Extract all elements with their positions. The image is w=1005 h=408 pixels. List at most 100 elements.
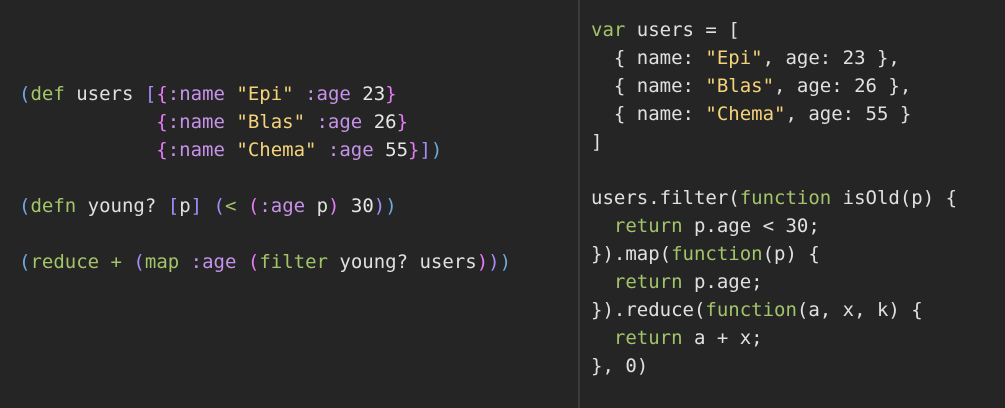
code-token: ) (373, 195, 386, 217)
code-line: return a + x; (591, 324, 763, 352)
code-token: { name: (591, 103, 706, 125)
code-token: ) (476, 251, 489, 273)
code-token: , age: 23 }, (762, 47, 900, 69)
code-token: }, 0) (591, 355, 649, 377)
code-line: (defn young? [p] (< (:age p) 30)) (19, 192, 397, 220)
code-line: { name: "Chema", age: 55 } (591, 100, 911, 128)
code-line: {:name "Chema" :age 55}]) (19, 136, 442, 164)
code-token: :age (327, 139, 374, 161)
code-token: "Epi" (705, 47, 763, 69)
code-token: }).map( (591, 243, 672, 265)
code-token: } (385, 83, 397, 105)
code-token: :name (167, 83, 225, 105)
code-token: :age (316, 111, 363, 133)
code-token: "Blas" (705, 75, 775, 97)
code-token: :age (190, 251, 237, 273)
code-token: (a, x, k) { (796, 299, 923, 321)
code-token: return (613, 271, 683, 293)
code-token: + (99, 251, 134, 273)
code-comparison-view: (def users [{:name "Epi" :age 23} {:name… (0, 0, 1005, 408)
code-token: ] (419, 139, 431, 161)
code-line: return p.age < 30; (591, 212, 820, 240)
code-token: { name: (591, 47, 706, 69)
code-token: return (613, 327, 683, 349)
code-line: }, 0) (591, 352, 648, 380)
code-token: [ (167, 195, 180, 217)
code-line: {:name "Blas" :age 26} (19, 108, 408, 136)
code-token: :age (305, 83, 351, 105)
code-token: [ (144, 83, 157, 105)
code-line: (def users [{:name "Epi" :age 23} (19, 80, 397, 108)
code-token: ( (133, 251, 145, 273)
code-token: ) (499, 251, 512, 273)
code-token: 26 (362, 111, 397, 133)
code-token: 30 (339, 195, 374, 217)
code-token: reduce (30, 251, 100, 273)
code-token: isOld(p) { (831, 187, 958, 209)
code-token: ) (430, 139, 443, 161)
code-token: }).reduce( (591, 299, 706, 321)
code-token: ( (19, 251, 31, 273)
code-token: :name (167, 139, 225, 161)
code-token: ( (213, 195, 225, 217)
code-token: "Chema" (236, 139, 317, 161)
code-token: a + x; (682, 327, 763, 349)
code-token: 23 (350, 83, 386, 105)
code-token: < (225, 195, 237, 217)
code-token: { (156, 111, 168, 133)
code-token: { name: (591, 75, 706, 97)
code-line: (reduce + (map :age (filter young? users… (19, 248, 511, 276)
code-token: users = [ (625, 19, 740, 41)
code-token: p.age < 30; (682, 215, 820, 237)
code-token: } (396, 111, 409, 133)
code-token: young? users (327, 251, 477, 273)
code-token: p (305, 195, 329, 217)
code-token: map (144, 251, 180, 273)
code-token: p.age; (682, 271, 763, 293)
code-token: "Chema" (705, 103, 786, 125)
code-token: , age: 55 } (785, 103, 912, 125)
code-line: { name: "Blas", age: 26 }, (591, 72, 911, 100)
code-line: return p.age; (591, 268, 763, 296)
code-token: 55 (373, 139, 409, 161)
code-token: :name (167, 111, 225, 133)
code-line: ] (591, 128, 602, 156)
clojure-code-pane: (def users [{:name "Epi" :age 23} {:name… (0, 0, 578, 408)
code-token: defn (30, 195, 77, 217)
code-token: ) (488, 251, 500, 273)
code-line: users.filter(function isOld(p) { (591, 184, 957, 212)
code-token: users (64, 83, 145, 105)
code-token: } (408, 139, 420, 161)
code-token: ( (247, 251, 260, 273)
code-token: { (156, 83, 168, 105)
code-token: :age (259, 195, 306, 217)
code-token: ] (190, 195, 203, 217)
code-token: p (179, 195, 191, 217)
code-token: (p) { (762, 243, 820, 265)
code-token: function (705, 299, 797, 321)
code-token: "Epi" (236, 83, 294, 105)
javascript-code-pane: var users = [ { name: "Epi", age: 23 }, … (580, 0, 1005, 408)
code-token: ) (385, 195, 397, 217)
code-token: def (30, 83, 65, 105)
code-token: return (613, 215, 683, 237)
code-token: ( (247, 195, 260, 217)
code-token: filter (259, 251, 328, 273)
code-line: }).reduce(function(a, x, k) { (591, 296, 923, 324)
code-token: function (739, 187, 832, 209)
code-token: ( (19, 195, 31, 217)
code-line: var users = [ (591, 16, 740, 44)
code-line: }).map(function(p) { (591, 240, 820, 268)
